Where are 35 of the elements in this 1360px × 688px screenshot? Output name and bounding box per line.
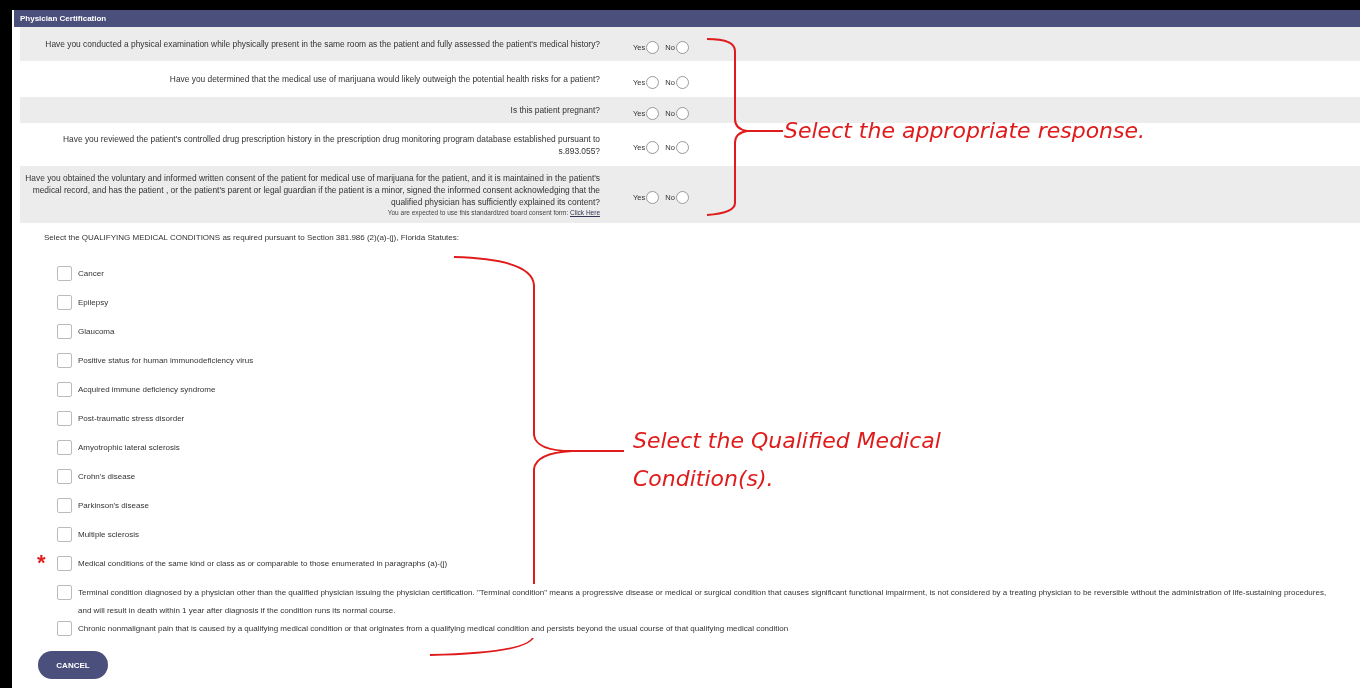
checkbox[interactable] [57, 353, 72, 368]
checkbox[interactable] [57, 382, 72, 397]
cancel-button[interactable]: CANCEL [38, 651, 108, 679]
radio-button[interactable] [675, 40, 689, 54]
checkbox[interactable] [57, 498, 72, 513]
checkbox[interactable] [57, 440, 72, 455]
checkbox[interactable] [57, 295, 72, 310]
radio-button[interactable] [646, 40, 660, 54]
radio-button[interactable] [675, 106, 689, 120]
checkbox[interactable] [57, 556, 72, 571]
radio-button[interactable] [646, 106, 660, 120]
radio-button[interactable] [675, 141, 689, 154]
question-text: Have you conducted a physical examination while physically present in the same room as the patient and fully assessed the patient's medical history? [45, 38, 600, 50]
radio-button[interactable] [646, 141, 660, 154]
checkbox[interactable] [57, 411, 72, 426]
question-text: Have you reviewed the patient's controlled drug prescription history in the prescription drug monitoring program database established pursuant to s.893.055? [62, 132, 600, 157]
required-marker: * [37, 552, 46, 574]
radio-button[interactable] [646, 75, 660, 89]
question-text: Have you determined that the medical use of marijuana would likely outweigh the potential health risks for a patient? [169, 73, 600, 85]
checkbox[interactable] [57, 266, 72, 281]
question-text: Is this patient pregnant? [510, 104, 600, 116]
form-title: Physician Certification [20, 14, 107, 23]
checkbox[interactable] [57, 324, 72, 339]
conditions-instruction: Select the QUALIFYING MEDICAL CONDITIONS as required pursuant to Section 381.986 (2)(a)-(j), Florida Statutes: [43, 232, 460, 244]
radio-button[interactable] [646, 191, 660, 204]
checkbox[interactable] [57, 469, 72, 484]
radio-button[interactable] [675, 75, 689, 89]
radio-button[interactable] [675, 191, 689, 204]
checkbox[interactable] [57, 621, 72, 636]
checkbox[interactable] [57, 585, 72, 600]
question-text: Have you obtained the voluntary and informed written consent of the patient for medical use of marijuana for the patient, and it is maintained in the patient's medical record, and has the patient , or the patient's parent or legal guardian if the patient is a minor, signed the informed consent acknowledging that the qualified physician has sufficiently explained its content? [24, 171, 600, 208]
annotation-text: Select the appropriate response. [784, 117, 1146, 145]
annotation-text: Select the Qualified Medical Condition(s). [633, 427, 942, 493]
checkbox[interactable] [57, 527, 72, 542]
condition-label: Chronic nonmalignant pain that is caused by a qualifying medical condition or that originates from a qualifying medical condition and persists beyond the usual course of that qualifying medical condition [78, 620, 789, 638]
